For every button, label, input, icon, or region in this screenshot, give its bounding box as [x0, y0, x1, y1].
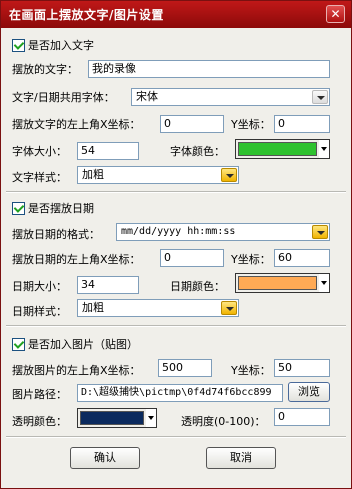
font-select[interactable]: 宋体	[131, 88, 330, 106]
divider	[6, 325, 346, 327]
text-enable-checkbox[interactable]	[12, 39, 25, 52]
text-content-label: 摆放的文字：	[12, 63, 78, 76]
date-style-label: 日期样式：	[12, 305, 67, 318]
date-size-label: 日期大小：	[12, 280, 67, 293]
close-button[interactable]: ✕	[326, 5, 345, 23]
text-x-input[interactable]: 0	[160, 115, 224, 133]
browse-button[interactable]: 浏览	[288, 382, 330, 402]
divider	[6, 191, 346, 193]
date-x-input[interactable]: 0	[160, 249, 224, 267]
transparent-color-picker[interactable]	[77, 408, 157, 428]
dropdown-arrow-icon[interactable]	[146, 409, 156, 427]
date-size-input[interactable]: 34	[77, 276, 139, 294]
text-enable-label: 是否加入文字	[28, 39, 94, 52]
date-format-select[interactable]: mm/dd/yyyy hh:mm:ss	[116, 223, 330, 241]
font-size-label: 字体大小：	[12, 145, 67, 158]
date-y-label: Y坐标：	[231, 253, 271, 266]
image-y-label: Y坐标：	[231, 364, 271, 377]
chevron-down-icon[interactable]	[221, 301, 237, 315]
image-enable-checkbox[interactable]	[12, 338, 25, 351]
window-title: 在画面上摆放文字/图片设置	[9, 8, 164, 22]
image-enable-label: 是否加入图片（贴图）	[28, 338, 138, 351]
font-color-fill	[238, 142, 317, 156]
date-y-input[interactable]: 60	[274, 249, 330, 267]
text-x-label: 摆放文字的左上角X坐标：	[12, 118, 141, 131]
image-y-input[interactable]: 50	[274, 359, 330, 377]
font-value: 宋体	[136, 90, 158, 103]
cancel-button[interactable]: 取消	[206, 447, 276, 469]
date-color-picker[interactable]	[235, 273, 330, 293]
text-y-input[interactable]: 0	[274, 115, 330, 133]
opacity-label: 透明度(0-100)：	[181, 415, 266, 428]
transparent-color-label: 透明颜色：	[12, 415, 67, 428]
dropdown-arrow-icon[interactable]	[319, 274, 329, 292]
settings-dialog: 在画面上摆放文字/图片设置 ✕ 是否加入文字 摆放的文字： 我的录像 文字/日期…	[0, 0, 352, 489]
font-label: 文字/日期共用字体：	[12, 91, 115, 104]
divider	[6, 436, 346, 438]
date-style-value: 加粗	[82, 301, 104, 314]
date-color-fill	[238, 276, 317, 290]
font-color-label: 字体颜色：	[170, 145, 225, 158]
date-color-label: 日期颜色：	[170, 280, 225, 293]
date-enable-checkbox[interactable]	[12, 202, 25, 215]
dropdown-arrow-icon[interactable]	[319, 140, 329, 158]
image-path-input[interactable]: D:\超级捕快\pictmp\0f4d74f6bcc899	[77, 384, 283, 402]
font-color-picker[interactable]	[235, 139, 330, 159]
text-content-input[interactable]: 我的录像	[88, 60, 330, 78]
date-enable-label: 是否摆放日期	[28, 202, 94, 215]
image-x-label: 摆放图片的左上角X坐标：	[12, 364, 141, 377]
date-format-value: mm/dd/yyyy hh:mm:ss	[121, 226, 236, 237]
ok-button[interactable]: 确认	[70, 447, 140, 469]
chevron-down-icon[interactable]	[221, 168, 237, 182]
image-x-input[interactable]: 500	[158, 359, 212, 377]
transparent-color-fill	[80, 411, 144, 425]
image-path-label: 图片路径：	[12, 388, 67, 401]
text-style-label: 文字样式：	[12, 171, 67, 184]
chevron-down-icon[interactable]	[312, 225, 328, 239]
chevron-down-icon[interactable]	[312, 90, 328, 104]
date-format-label: 摆放日期的格式：	[12, 228, 100, 241]
text-style-select[interactable]: 加粗	[77, 166, 239, 184]
date-style-select[interactable]: 加粗	[77, 299, 239, 317]
text-y-label: Y坐标：	[231, 118, 271, 131]
opacity-input[interactable]: 0	[274, 408, 330, 426]
font-size-input[interactable]: 54	[77, 142, 139, 160]
date-x-label: 摆放日期的左上角X坐标：	[12, 253, 141, 266]
text-style-value: 加粗	[82, 168, 104, 181]
title-bar[interactable]: 在画面上摆放文字/图片设置 ✕	[1, 1, 351, 28]
